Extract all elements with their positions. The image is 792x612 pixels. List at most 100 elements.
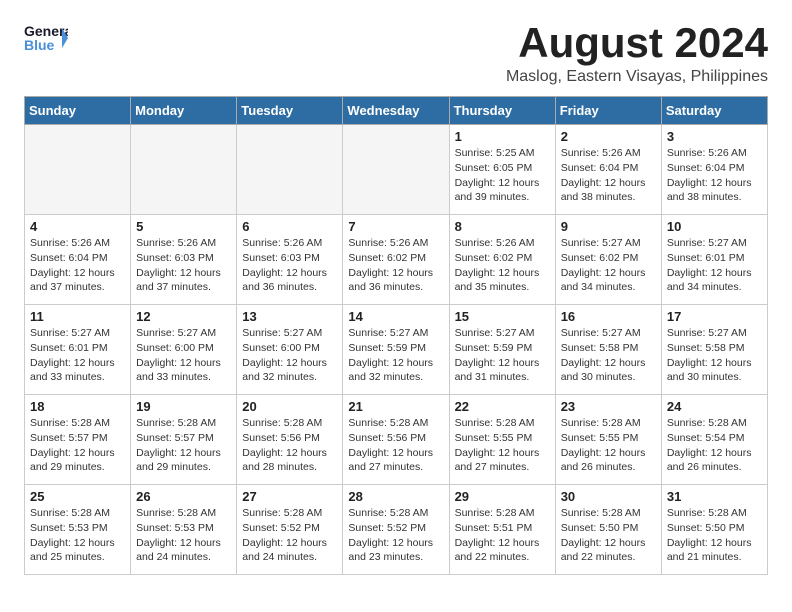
table-row: 15 Sunrise: 5:27 AM Sunset: 5:59 PM Dayli…: [449, 305, 555, 395]
day-info: Sunrise: 5:27 AM Sunset: 6:02 PM Dayligh…: [561, 236, 656, 295]
table-row: 16Sunrise: 5:27 AM Sunset: 5:58 PM Dayli…: [555, 305, 661, 395]
col-tuesday: Tuesday: [237, 97, 343, 125]
day-info: Sunrise: 5:26 AM Sunset: 6:04 PM Dayligh…: [667, 146, 762, 205]
day-info: Sunrise: 5:27 AM Sunset: 6:00 PM Dayligh…: [242, 326, 337, 385]
day-info: Sunrise: 5:28 AM Sunset: 5:50 PM Dayligh…: [561, 506, 656, 565]
day-info: Sunrise: 5:26 AM Sunset: 6:04 PM Dayligh…: [30, 236, 125, 295]
table-row: 1 Sunrise: 5:25 AM Sunset: 6:05 PM Daylig…: [449, 125, 555, 215]
header-row: Sunday Monday Tuesday Wednesday Thursday…: [25, 97, 768, 125]
day-info: Sunrise: 5:28 AM Sunset: 5:52 PM Dayligh…: [348, 506, 443, 565]
day-number: 12: [136, 309, 231, 324]
month-title: August 2024: [506, 20, 768, 66]
day-number: 17: [667, 309, 762, 324]
day-number: 6: [242, 219, 337, 234]
col-thursday: Thursday: [449, 97, 555, 125]
day-number: 13: [242, 309, 337, 324]
day-info: Sunrise: 5:28 AM Sunset: 5:51 PM Dayligh…: [455, 506, 550, 565]
table-row: 9 Sunrise: 5:27 AM Sunset: 6:02 PM Daylig…: [555, 215, 661, 305]
day-number: 15: [455, 309, 550, 324]
table-row: [25, 125, 131, 215]
day-info: Sunrise: 5:28 AM Sunset: 5:57 PM Dayligh…: [30, 416, 125, 475]
day-number: 3: [667, 129, 762, 144]
table-row: 19 Sunrise: 5:28 AM Sunset: 5:57 PM Dayli…: [131, 395, 237, 485]
day-number: 27: [242, 489, 337, 504]
day-number: 5: [136, 219, 231, 234]
title-block: August 2024 Maslog, Eastern Visayas, Phi…: [506, 20, 768, 86]
table-row: 12 Sunrise: 5:27 AM Sunset: 6:00 PM Dayli…: [131, 305, 237, 395]
day-info: Sunrise: 5:27 AM Sunset: 5:58 PM Dayligh…: [667, 326, 762, 385]
day-info: Sunrise: 5:28 AM Sunset: 5:57 PM Dayligh…: [136, 416, 231, 475]
day-number: 22: [455, 399, 550, 414]
col-friday: Friday: [555, 97, 661, 125]
day-number: 14: [348, 309, 443, 324]
table-row: 30 Sunrise: 5:28 AM Sunset: 5:50 PM Dayli…: [555, 485, 661, 575]
day-number: 19: [136, 399, 231, 414]
day-number: 9: [561, 219, 656, 234]
table-row: 28 Sunrise: 5:28 AM Sunset: 5:52 PM Dayli…: [343, 485, 449, 575]
day-info: Sunrise: 5:26 AM Sunset: 6:03 PM Dayligh…: [136, 236, 231, 295]
table-row: 10Sunrise: 5:27 AM Sunset: 6:01 PM Dayli…: [661, 215, 767, 305]
table-row: 26Sunrise: 5:28 AM Sunset: 5:53 PM Dayli…: [131, 485, 237, 575]
page: General Blue August 2024 Maslog, Eastern…: [0, 0, 792, 595]
table-row: 21 Sunrise: 5:28 AM Sunset: 5:56 PM Dayli…: [343, 395, 449, 485]
table-row: 31Sunrise: 5:28 AM Sunset: 5:50 PM Dayli…: [661, 485, 767, 575]
day-info: Sunrise: 5:27 AM Sunset: 5:58 PM Dayligh…: [561, 326, 656, 385]
day-number: 2: [561, 129, 656, 144]
day-info: Sunrise: 5:28 AM Sunset: 5:56 PM Dayligh…: [242, 416, 337, 475]
day-number: 23: [561, 399, 656, 414]
location-subtitle: Maslog, Eastern Visayas, Philippines: [506, 68, 768, 86]
table-row: 13 Sunrise: 5:27 AM Sunset: 6:00 PM Dayli…: [237, 305, 343, 395]
day-info: Sunrise: 5:26 AM Sunset: 6:02 PM Dayligh…: [455, 236, 550, 295]
table-row: 7 Sunrise: 5:26 AM Sunset: 6:02 PM Daylig…: [343, 215, 449, 305]
col-wednesday: Wednesday: [343, 97, 449, 125]
day-info: Sunrise: 5:27 AM Sunset: 6:00 PM Dayligh…: [136, 326, 231, 385]
col-saturday: Saturday: [661, 97, 767, 125]
table-row: [343, 125, 449, 215]
table-row: 3 Sunrise: 5:26 AM Sunset: 6:04 PM Daylig…: [661, 125, 767, 215]
table-row: 8 Sunrise: 5:26 AM Sunset: 6:02 PM Daylig…: [449, 215, 555, 305]
day-info: Sunrise: 5:27 AM Sunset: 6:01 PM Dayligh…: [30, 326, 125, 385]
day-number: 11: [30, 309, 125, 324]
day-number: 7: [348, 219, 443, 234]
day-info: Sunrise: 5:27 AM Sunset: 5:59 PM Dayligh…: [455, 326, 550, 385]
day-info: Sunrise: 5:28 AM Sunset: 5:54 PM Dayligh…: [667, 416, 762, 475]
calendar-week-2: 4 Sunrise: 5:26 AM Sunset: 6:04 PM Daylig…: [25, 215, 768, 305]
day-number: 29: [455, 489, 550, 504]
table-row: 14 Sunrise: 5:27 AM Sunset: 5:59 PM Dayli…: [343, 305, 449, 395]
day-info: Sunrise: 5:28 AM Sunset: 5:52 PM Dayligh…: [242, 506, 337, 565]
day-number: 28: [348, 489, 443, 504]
logo-icon: General Blue: [24, 20, 68, 56]
day-info: Sunrise: 5:27 AM Sunset: 6:01 PM Dayligh…: [667, 236, 762, 295]
calendar-week-1: 1 Sunrise: 5:25 AM Sunset: 6:05 PM Daylig…: [25, 125, 768, 215]
logo: General Blue: [24, 20, 68, 56]
table-row: 17 Sunrise: 5:27 AM Sunset: 5:58 PM Dayli…: [661, 305, 767, 395]
day-number: 26: [136, 489, 231, 504]
day-number: 21: [348, 399, 443, 414]
day-number: 4: [30, 219, 125, 234]
day-info: Sunrise: 5:28 AM Sunset: 5:55 PM Dayligh…: [561, 416, 656, 475]
day-info: Sunrise: 5:26 AM Sunset: 6:04 PM Dayligh…: [561, 146, 656, 205]
day-info: Sunrise: 5:27 AM Sunset: 5:59 PM Dayligh…: [348, 326, 443, 385]
day-number: 20: [242, 399, 337, 414]
table-row: 25Sunrise: 5:28 AM Sunset: 5:53 PM Dayli…: [25, 485, 131, 575]
day-info: Sunrise: 5:25 AM Sunset: 6:05 PM Dayligh…: [455, 146, 550, 205]
calendar-table: Sunday Monday Tuesday Wednesday Thursday…: [24, 96, 768, 575]
day-number: 31: [667, 489, 762, 504]
day-number: 25: [30, 489, 125, 504]
table-row: 4 Sunrise: 5:26 AM Sunset: 6:04 PM Daylig…: [25, 215, 131, 305]
day-info: Sunrise: 5:28 AM Sunset: 5:56 PM Dayligh…: [348, 416, 443, 475]
table-row: 18 Sunrise: 5:28 AM Sunset: 5:57 PM Dayli…: [25, 395, 131, 485]
col-monday: Monday: [131, 97, 237, 125]
header: General Blue August 2024 Maslog, Eastern…: [24, 20, 768, 86]
day-number: 18: [30, 399, 125, 414]
table-row: 5 Sunrise: 5:26 AM Sunset: 6:03 PM Daylig…: [131, 215, 237, 305]
day-number: 8: [455, 219, 550, 234]
table-row: 27 Sunrise: 5:28 AM Sunset: 5:52 PM Dayli…: [237, 485, 343, 575]
day-number: 1: [455, 129, 550, 144]
day-number: 30: [561, 489, 656, 504]
table-row: [131, 125, 237, 215]
day-info: Sunrise: 5:26 AM Sunset: 6:03 PM Dayligh…: [242, 236, 337, 295]
day-info: Sunrise: 5:26 AM Sunset: 6:02 PM Dayligh…: [348, 236, 443, 295]
table-row: 11 Sunrise: 5:27 AM Sunset: 6:01 PM Dayli…: [25, 305, 131, 395]
table-row: [237, 125, 343, 215]
